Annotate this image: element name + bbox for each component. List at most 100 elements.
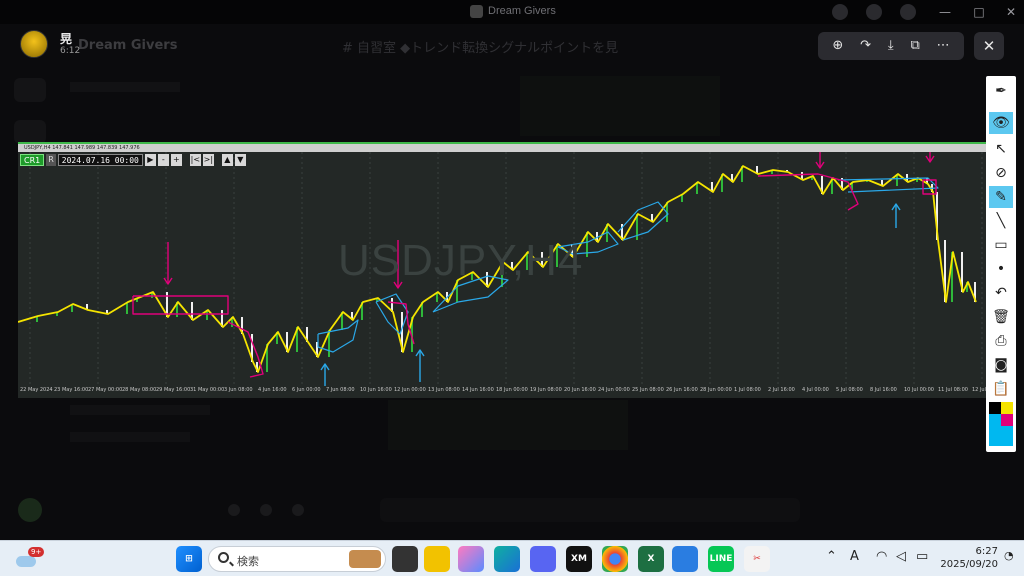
battery-icon[interactable]: ▭ <box>916 549 928 564</box>
maximize-button[interactable]: □ <box>962 0 996 24</box>
scroll-end-button[interactable]: >| <box>202 154 214 166</box>
x-tick-label: 25 Jun 08:00 <box>632 387 664 393</box>
plus-button[interactable]: + <box>170 154 182 166</box>
server-name: Dream Givers <box>78 38 177 53</box>
x-tick-label: 18 Jun 00:00 <box>496 387 528 393</box>
headphones-icon[interactable] <box>260 504 272 516</box>
redo-icon[interactable]: ↷ <box>860 32 871 60</box>
more-icon[interactable]: ⋯ <box>937 32 950 60</box>
chrome-icon[interactable] <box>602 546 628 572</box>
open-external-icon[interactable]: ⧉ <box>910 32 919 60</box>
x-tick-label: 4 Jun 16:00 <box>258 387 287 393</box>
file-explorer-icon[interactable] <box>424 546 450 572</box>
window-icon[interactable] <box>900 4 916 20</box>
x-tick-label: 27 May 00:00 <box>88 387 123 393</box>
x-axis: 22 May 2024 23 May 16:00 27 May 00:00 28 Ma… <box>18 386 1002 398</box>
color-swatch-magenta[interactable] <box>1001 414 1013 426</box>
stamp-icon[interactable]: ⎙ <box>989 330 1013 352</box>
taskbar-search[interactable]: 検索 <box>208 546 386 572</box>
settings-icon[interactable] <box>292 504 304 516</box>
message-input[interactable] <box>380 498 800 522</box>
x-tick-label: 28 Jun 00:00 <box>700 387 732 393</box>
trash-icon[interactable]: 🗑 <box>989 306 1013 328</box>
faint-sidebar-row <box>70 82 180 92</box>
dot-icon[interactable]: • <box>989 258 1013 280</box>
task-view-icon[interactable] <box>392 546 418 572</box>
r-button[interactable]: R <box>46 154 56 166</box>
x-tick-label: 29 May 16:00 <box>156 387 191 393</box>
volume-icon[interactable]: ◁ <box>896 549 906 564</box>
x-tick-label: 14 Jun 16:00 <box>462 387 494 393</box>
tray-chevron-icon[interactable]: ⌃ <box>826 549 837 564</box>
color-swatch-cyan-large[interactable] <box>989 426 1013 446</box>
xm-icon[interactable]: XM <box>566 546 592 572</box>
scroll-start-button[interactable]: |< <box>189 154 201 166</box>
snipping-tool-icon[interactable]: ✂ <box>744 546 770 572</box>
mt4-chart[interactable]: USDJPY,H4 147.841 147.989 147.839 147.97… <box>18 142 1002 398</box>
close-window-button[interactable]: ✕ <box>994 0 1024 24</box>
x-tick-label: 10 Jun 16:00 <box>360 387 392 393</box>
start-button-icon[interactable]: ⊞ <box>176 546 202 572</box>
search-placeholder: 検索 <box>237 555 259 568</box>
user-avatar[interactable] <box>18 498 42 522</box>
symbol-header: USDJPY,H4 147.841 147.989 147.839 147.97… <box>24 145 140 151</box>
close-viewer-button[interactable]: ✕ <box>974 32 1004 60</box>
date-field[interactable]: 2024.07.16 00:00 <box>57 154 143 166</box>
x-tick-label: 8 Jul 16:00 <box>870 387 897 393</box>
highlighter-icon[interactable]: ✎ <box>989 186 1013 208</box>
server-rail-item[interactable] <box>14 78 46 102</box>
wifi-icon[interactable]: ◠ <box>876 549 887 564</box>
minus-button[interactable]: - <box>157 154 169 166</box>
up-button[interactable]: ▲ <box>221 154 233 166</box>
photos-icon[interactable] <box>672 546 698 572</box>
pointer-icon[interactable]: ↖ <box>989 138 1013 160</box>
clock-time: 6:27 <box>975 546 998 557</box>
color-swatch-yellow[interactable] <box>1001 402 1013 414</box>
mic-icon[interactable] <box>228 504 240 516</box>
app-icon <box>470 5 483 18</box>
server-rail-item[interactable] <box>14 120 46 144</box>
camera-icon[interactable]: ◙ <box>989 354 1013 376</box>
x-tick-label: 24 Jun 00:00 <box>598 387 630 393</box>
lasso-icon[interactable]: ⊘ <box>989 162 1013 184</box>
author-name[interactable]: 晃 <box>60 30 72 47</box>
server-name-text: Dream Givers <box>78 38 178 53</box>
download-icon[interactable]: ⤓ <box>888 32 894 60</box>
color-swatch-black[interactable] <box>989 402 1001 414</box>
system-clock[interactable]: 6:27 2025/09/20 <box>938 545 998 571</box>
x-tick-label: 23 May 16:00 <box>54 387 89 393</box>
play-button[interactable]: ▶ <box>144 154 156 166</box>
x-tick-label: 1 Jul 08:00 <box>734 387 761 393</box>
excel-icon[interactable]: X <box>638 546 664 572</box>
ime-indicator[interactable]: A <box>850 549 859 564</box>
x-tick-label: 22 May 2024 <box>20 387 53 393</box>
cr1-button[interactable]: CR1 <box>20 154 45 166</box>
faint-embed-preview <box>520 76 720 136</box>
app-title: Dream Givers <box>488 5 556 17</box>
x-tick-label: 3 Jun 08:00 <box>224 387 253 393</box>
discord-icon[interactable] <box>530 546 556 572</box>
pen-icon[interactable]: ✒ <box>989 80 1013 102</box>
edge-icon[interactable] <box>494 546 520 572</box>
eye-icon[interactable]: 👁 <box>989 112 1013 134</box>
color-swatch-cyan[interactable] <box>989 414 1001 426</box>
x-tick-label: 28 May 08:00 <box>122 387 157 393</box>
weather-widget[interactable]: 9+ <box>14 546 45 572</box>
faint-sidebar-row <box>70 405 210 415</box>
copilot-icon[interactable] <box>458 546 484 572</box>
clipboard-icon[interactable]: 📋 <box>989 378 1013 400</box>
down-button[interactable]: ▼ <box>234 154 246 166</box>
eraser-icon[interactable]: ▭ <box>989 234 1013 256</box>
minimize-button[interactable]: — <box>928 0 962 24</box>
clock-date: 2025/09/20 <box>940 559 998 570</box>
x-tick-label: 4 Jul 00:00 <box>802 387 829 393</box>
author-avatar[interactable] <box>20 30 48 58</box>
x-tick-label: 7 Jun 08:00 <box>326 387 355 393</box>
zoom-in-icon[interactable]: ⊕ <box>832 32 843 60</box>
line-icon[interactable]: ╲ <box>989 210 1013 232</box>
undo-icon[interactable]: ↶ <box>989 282 1013 304</box>
help-icon[interactable] <box>866 4 882 20</box>
notification-icon[interactable]: ◔ <box>1004 549 1014 562</box>
inbox-icon[interactable] <box>832 4 848 20</box>
line-icon-app[interactable]: LINE <box>708 546 734 572</box>
